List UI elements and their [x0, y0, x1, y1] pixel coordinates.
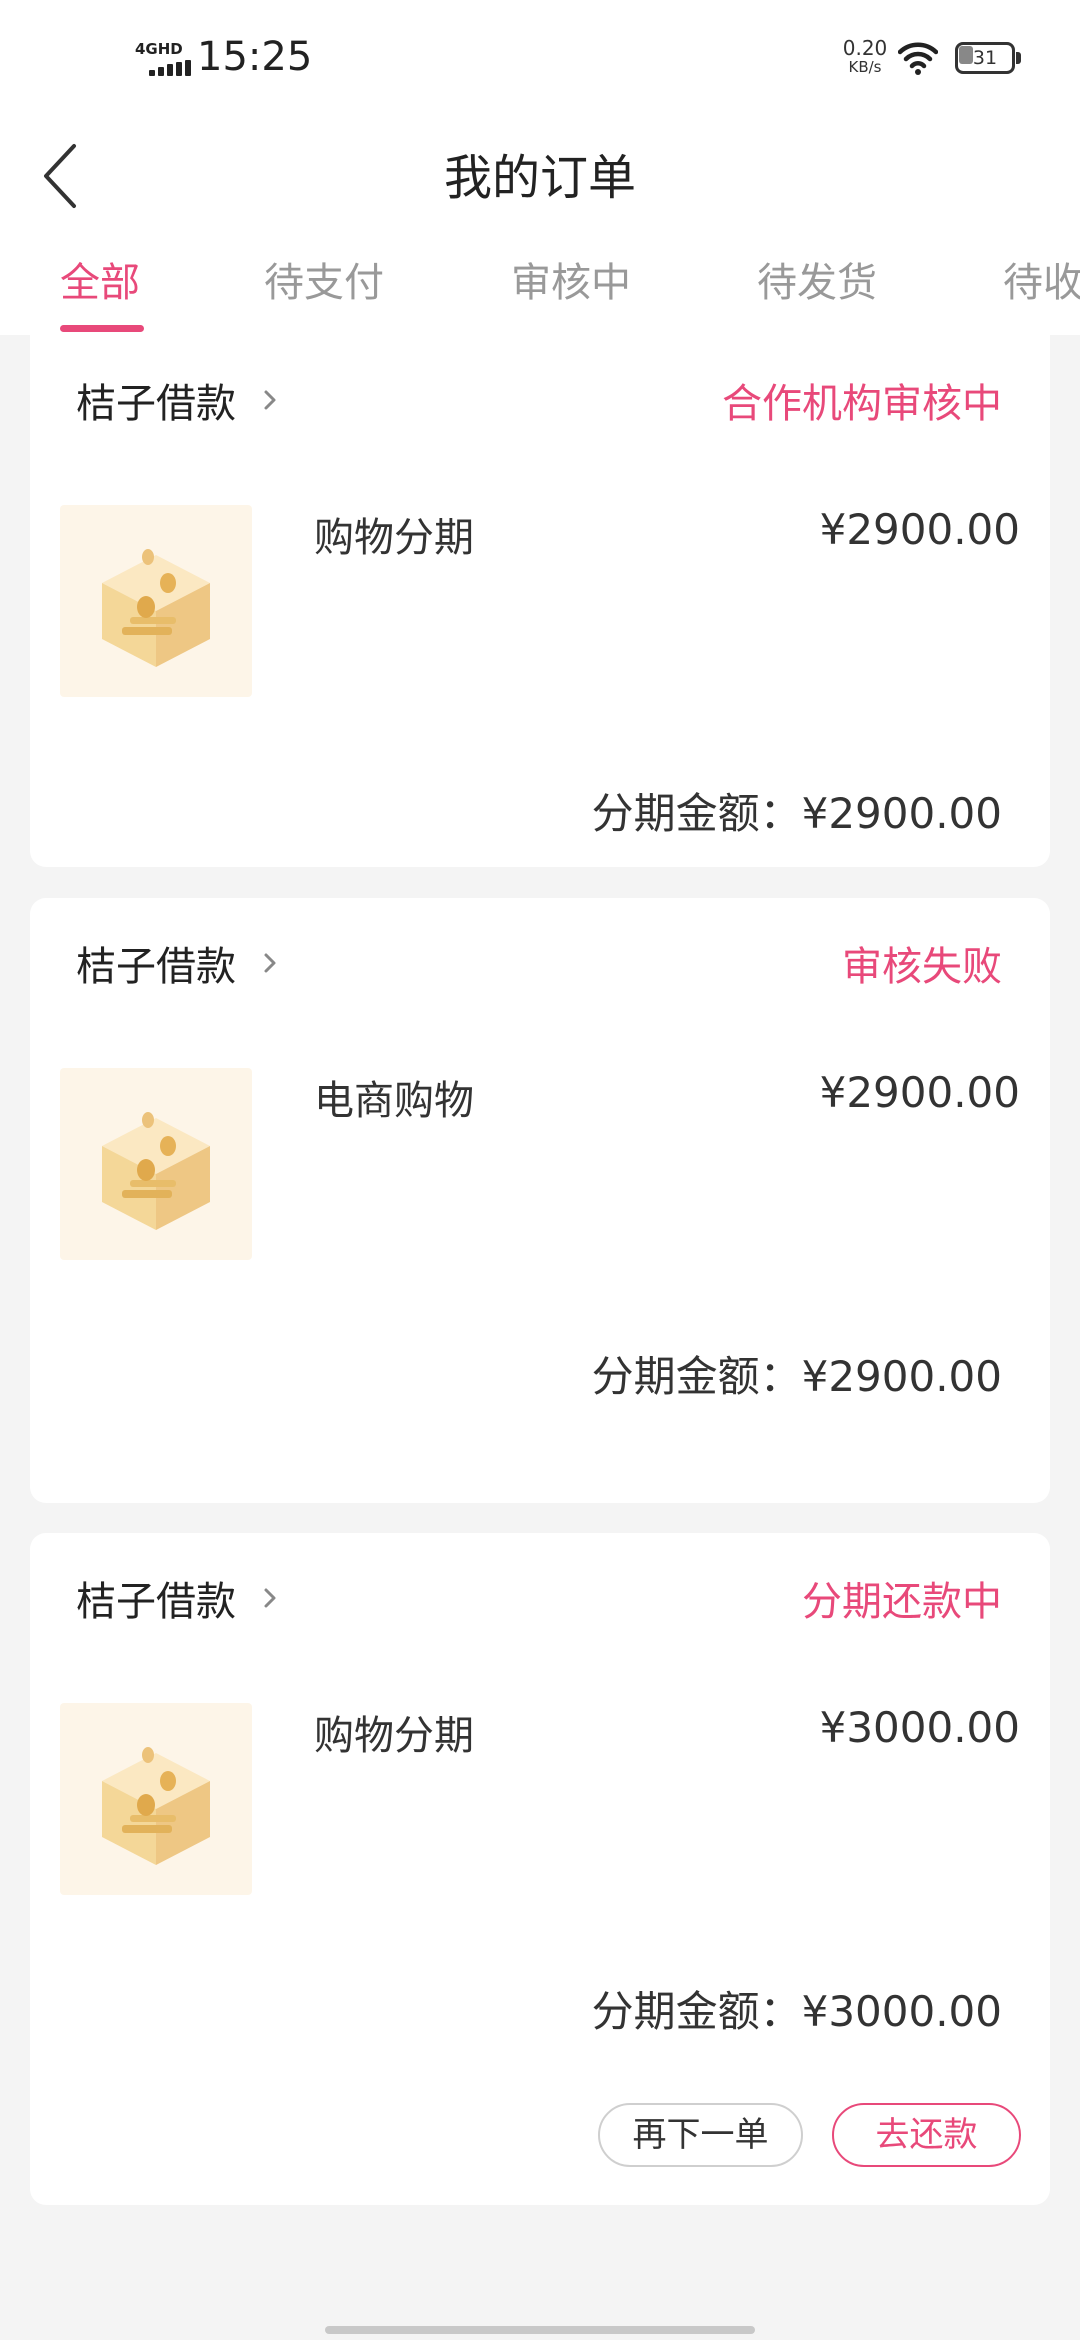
- header: 我的订单 全部 待支付 审核中 待发货 待收: [0, 120, 1080, 335]
- installment-amount: 分期金额：¥2900.00: [592, 1343, 1002, 1404]
- installment-amount: 分期金额：¥3000.00: [592, 1978, 1002, 2039]
- chevron-right-icon: [264, 953, 276, 973]
- product-price: ¥3000.00: [819, 1703, 1020, 1752]
- product-name: 电商购物: [314, 1078, 474, 1124]
- order-tabs: 全部 待支付 审核中 待发货 待收: [0, 250, 1080, 335]
- gold-coin-box-icon: [102, 1747, 210, 1865]
- network-speed-unit: KB/s: [848, 58, 882, 76]
- order-card[interactable]: 桔子借款 合作机构审核中 购物分期 ¥2900.00 分期金额：¥2900.00: [30, 335, 1050, 867]
- page-title: 我的订单: [443, 150, 636, 206]
- tab-pending-receipt[interactable]: 待收: [1003, 250, 1080, 308]
- active-tab-indicator: [60, 325, 144, 332]
- tab-pending-payment[interactable]: 待支付: [264, 250, 384, 308]
- wifi-icon: [897, 40, 939, 76]
- gold-coin-box-icon: [102, 549, 210, 667]
- merchant-name: 桔子借款: [76, 381, 236, 427]
- order-status: 分期还款中: [802, 1579, 1002, 1625]
- product-name: 购物分期: [314, 515, 474, 561]
- clock: 15:25: [197, 34, 313, 80]
- merchant-link[interactable]: 桔子借款: [76, 934, 284, 992]
- product-thumbnail: [60, 1068, 252, 1260]
- installment-amount: 分期金额：¥2900.00: [592, 780, 1002, 841]
- tab-pending-shipment[interactable]: 待发货: [757, 250, 877, 308]
- repay-button[interactable]: 去还款: [832, 2103, 1021, 2167]
- installment-label: 分期金额：: [591, 789, 802, 838]
- order-status: 合作机构审核中: [722, 381, 1002, 427]
- home-indicator[interactable]: [325, 2326, 755, 2334]
- merchant-link[interactable]: 桔子借款: [76, 1569, 284, 1627]
- order-status: 审核失败: [842, 944, 1002, 990]
- product-price: ¥2900.00: [819, 505, 1020, 554]
- installment-label: 分期金额：: [591, 1352, 802, 1401]
- status-bar: 4GHD 15:25 0.20 KB/s 31: [0, 0, 1080, 120]
- battery-level: 31: [972, 47, 998, 69]
- product-thumbnail: [60, 1703, 252, 1895]
- product-thumbnail: [60, 505, 252, 697]
- installment-value: ¥2900.00: [801, 1352, 1002, 1401]
- merchant-link[interactable]: 桔子借款: [76, 371, 284, 429]
- cellular-signal-icon: 4GHD: [135, 40, 191, 76]
- installment-label: 分期金额：: [591, 1987, 802, 2036]
- battery-icon: 31: [955, 42, 1021, 74]
- product-name: 购物分期: [314, 1713, 474, 1759]
- tab-all[interactable]: 全部: [60, 250, 140, 308]
- order-card[interactable]: 桔子借款 分期还款中 购物分期 ¥3000.00 分期金额：¥3000.00 再…: [30, 1533, 1050, 2205]
- network-speed: 0.20 KB/s: [840, 38, 890, 75]
- product-price: ¥2900.00: [819, 1068, 1020, 1117]
- installment-value: ¥2900.00: [801, 789, 1002, 838]
- gold-coin-box-icon: [102, 1112, 210, 1230]
- merchant-name: 桔子借款: [76, 944, 236, 990]
- order-card[interactable]: 桔子借款 审核失败 电商购物 ¥2900.00 分期金额：¥2900.00: [30, 898, 1050, 1503]
- installment-value: ¥3000.00: [801, 1987, 1002, 2036]
- chevron-right-icon: [264, 390, 276, 410]
- chevron-right-icon: [264, 1588, 276, 1608]
- tab-under-review[interactable]: 审核中: [511, 250, 631, 308]
- merchant-name: 桔子借款: [76, 1579, 236, 1625]
- reorder-button[interactable]: 再下一单: [598, 2103, 803, 2167]
- network-type: 4GHD: [135, 40, 183, 58]
- network-speed-value: 0.20: [842, 36, 888, 60]
